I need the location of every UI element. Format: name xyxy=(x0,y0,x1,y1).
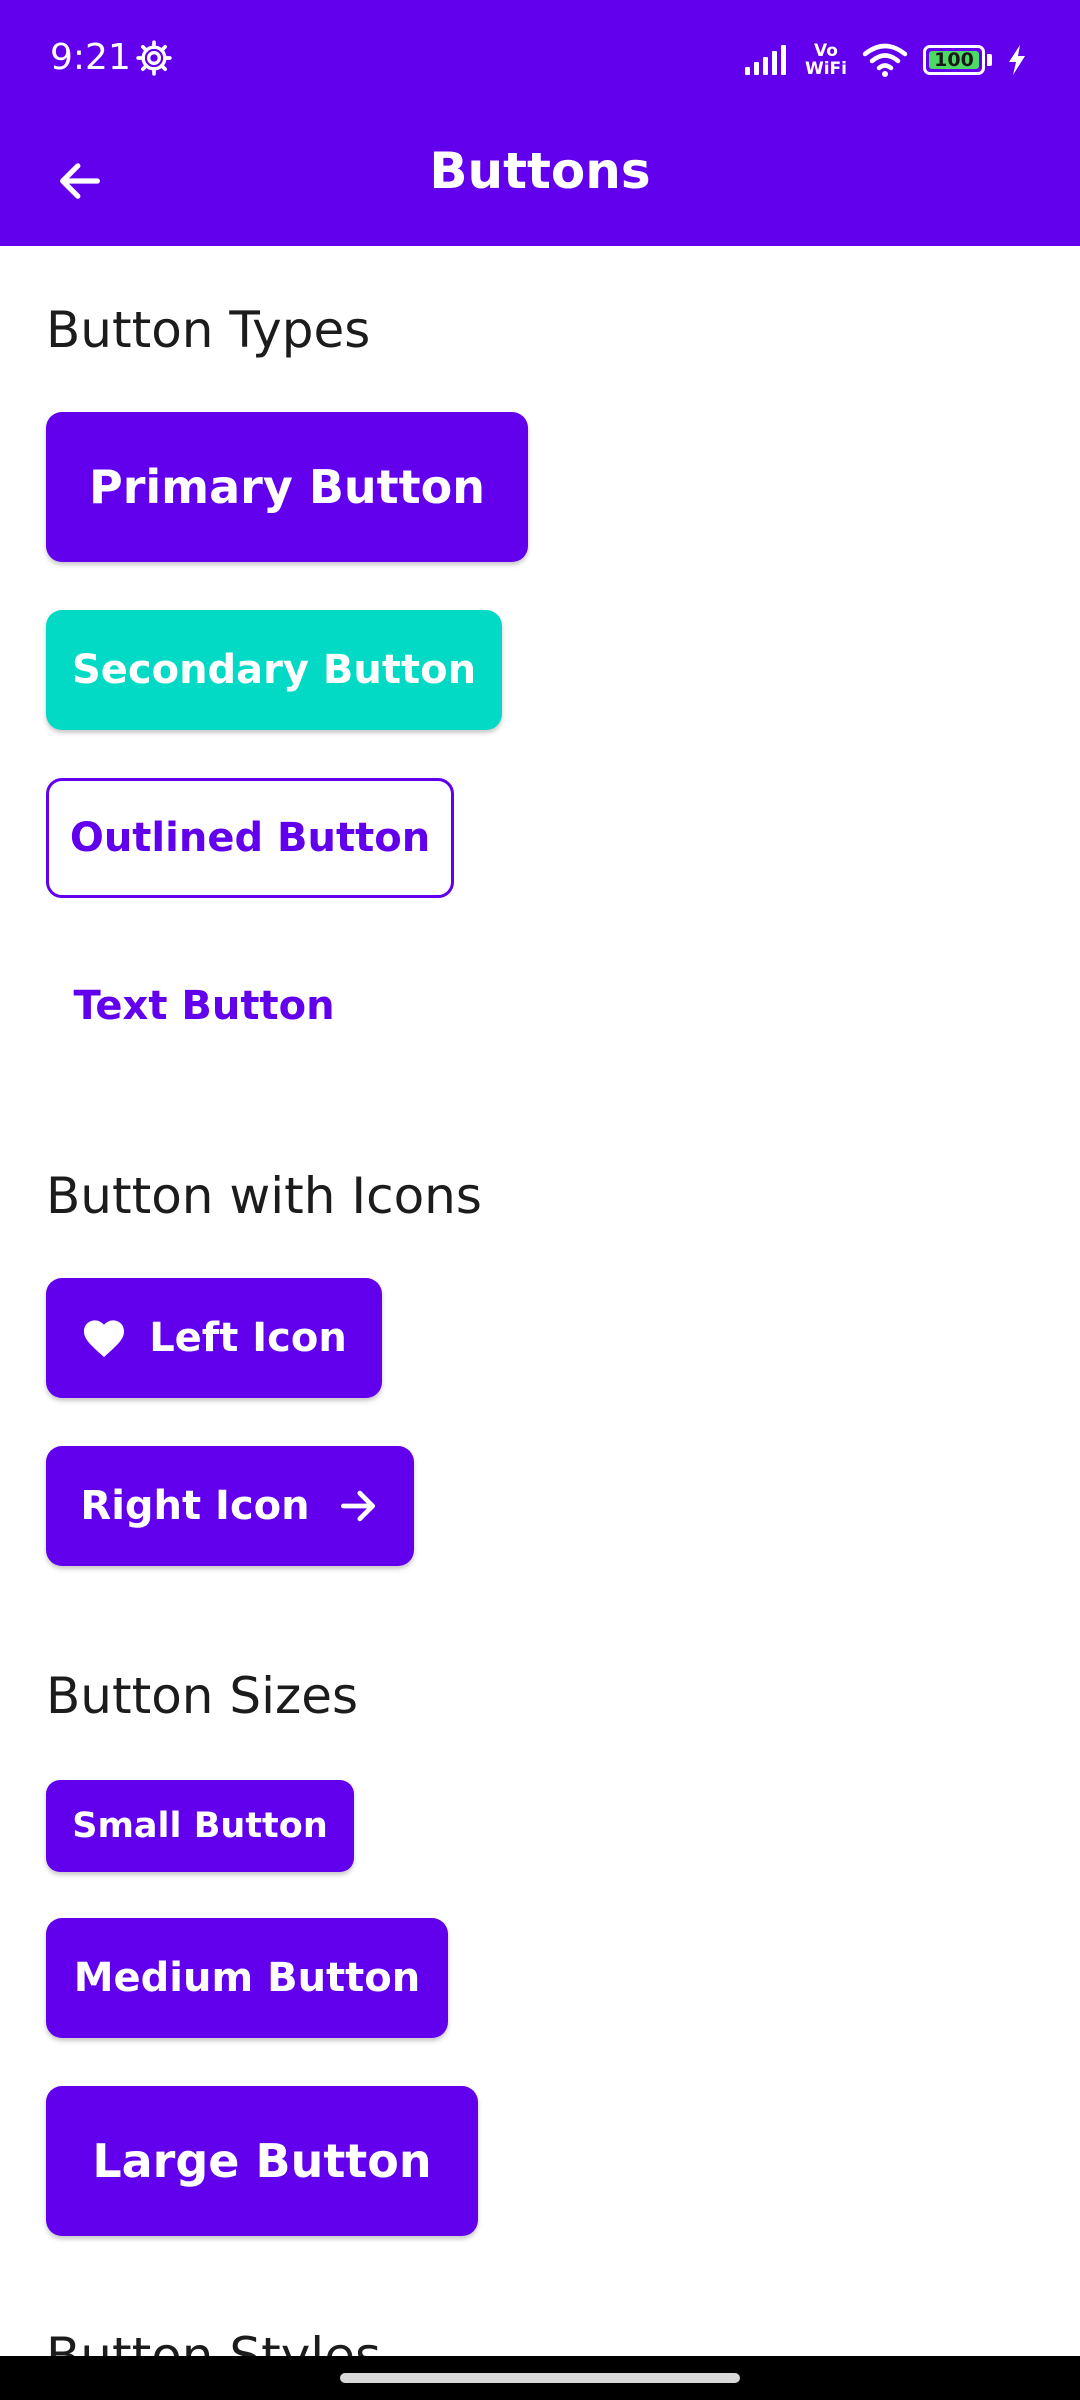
status-icons: Vo WiFi 100 xyxy=(743,36,1028,84)
charging-icon xyxy=(1009,45,1025,75)
text-button[interactable]: Text Button xyxy=(46,946,362,1066)
content-scroll[interactable]: Button Types Primary Button Secondary Bu… xyxy=(0,246,1080,2356)
left-icon-button-label: Left Icon xyxy=(149,1315,347,1361)
primary-button[interactable]: Primary Button xyxy=(46,412,528,562)
wifi-icon xyxy=(862,43,908,77)
page-title: Buttons xyxy=(429,142,651,200)
vowifi-bottom: WiFi xyxy=(804,59,847,79)
home-indicator[interactable] xyxy=(340,2373,740,2383)
left-icon-button[interactable]: Left Icon xyxy=(46,1278,382,1398)
outlined-button[interactable]: Outlined Button xyxy=(46,778,454,898)
navigation-bar xyxy=(0,2356,1080,2400)
arrow-right-icon xyxy=(336,1484,380,1528)
signal-icon xyxy=(744,45,786,75)
section-title-button-with-icons: Button with Icons xyxy=(46,1167,482,1225)
buttons-screen: 9:21 Vo WiFi 100 Buttons Button Types Pr… xyxy=(0,0,1080,2400)
section-title-button-types: Button Types xyxy=(46,301,371,359)
gear-icon xyxy=(136,40,172,76)
battery-group: 100 xyxy=(923,45,992,75)
status-time: 9:21 xyxy=(50,37,131,78)
vowifi-indicator: Vo WiFi xyxy=(805,42,847,78)
section-title-button-sizes: Button Sizes xyxy=(46,1667,359,1725)
right-icon-button-label: Right Icon xyxy=(80,1483,310,1529)
small-button[interactable]: Small Button xyxy=(46,1780,354,1872)
vowifi-top: Vo xyxy=(814,41,838,61)
heart-icon xyxy=(81,1317,127,1359)
medium-button[interactable]: Medium Button xyxy=(46,1918,448,2038)
section-title-button-styles: Button Styles xyxy=(46,2327,382,2356)
right-icon-button[interactable]: Right Icon xyxy=(46,1446,414,1566)
battery-icon: 100 xyxy=(923,45,985,75)
status-bar: 9:21 Vo WiFi 100 xyxy=(0,0,1080,116)
large-button[interactable]: Large Button xyxy=(46,2086,478,2236)
secondary-button[interactable]: Secondary Button xyxy=(46,610,502,730)
app-bar: Buttons xyxy=(0,116,1080,246)
battery-level: 100 xyxy=(934,49,974,71)
